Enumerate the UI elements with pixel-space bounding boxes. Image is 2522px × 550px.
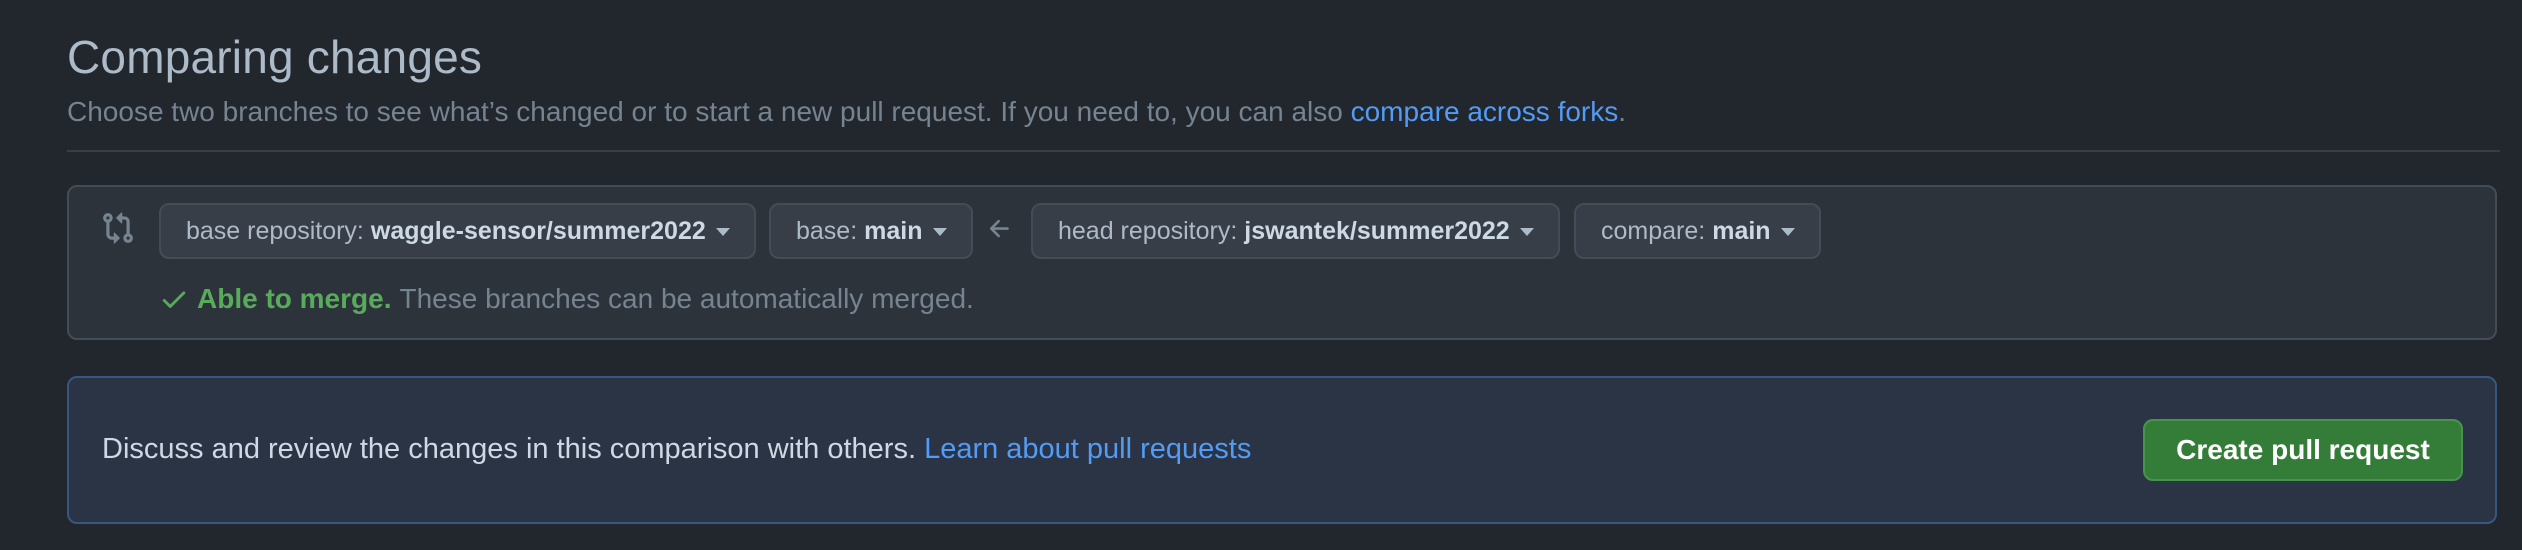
head-repository-value: jswantek/summer2022 xyxy=(1244,216,1510,245)
learn-about-pull-requests-link[interactable]: Learn about pull requests xyxy=(924,433,1251,465)
triangle-down-icon xyxy=(1519,228,1534,236)
page-title: Comparing changes xyxy=(67,31,483,83)
discuss-message: Discuss and review the changes in this c… xyxy=(102,433,925,465)
compare-branch-label: compare: xyxy=(1601,216,1706,245)
head-repository-select[interactable]: head repository: jswantek/summer2022 xyxy=(1031,203,1560,259)
create-pull-request-button[interactable]: Create pull request xyxy=(2143,419,2463,481)
merge-status-label: Able to merge. xyxy=(197,283,392,314)
base-repository-value: waggle-sensor/summer2022 xyxy=(370,216,706,245)
git-compare-icon xyxy=(103,212,133,244)
check-icon xyxy=(162,291,186,308)
triangle-down-icon xyxy=(1780,228,1795,236)
triangle-down-icon xyxy=(715,228,730,236)
base-branch-value: main xyxy=(864,216,923,245)
base-repository-label: base repository: xyxy=(186,216,364,245)
compare-across-forks-link[interactable]: compare across forks xyxy=(1351,96,1619,127)
base-branch-label: base: xyxy=(796,216,858,245)
page-subtitle: Choose two branches to see what’s change… xyxy=(67,96,1626,128)
arrow-left-icon xyxy=(989,219,1009,238)
merge-status: Able to merge. These branches can be aut… xyxy=(159,283,974,315)
base-repository-select[interactable]: base repository: waggle-sensor/summer202… xyxy=(159,203,756,259)
discuss-text: Discuss and review the changes in this c… xyxy=(102,433,1251,466)
base-branch-select[interactable]: base: main xyxy=(769,203,973,259)
compare-branch-select[interactable]: compare: main xyxy=(1574,203,1821,259)
compare-branch-value: main xyxy=(1712,216,1771,245)
head-repository-label: head repository: xyxy=(1058,216,1238,245)
header-divider xyxy=(67,150,2500,152)
compare-page: Comparing changes Choose two branches to… xyxy=(0,0,2522,550)
merge-status-message: These branches can be automatically merg… xyxy=(399,283,974,314)
discuss-banner: Discuss and review the changes in this c… xyxy=(67,376,2497,524)
triangle-down-icon xyxy=(932,228,947,236)
subtitle-text: Choose two branches to see what’s change… xyxy=(67,96,1351,127)
subtitle-period: . xyxy=(1618,96,1627,127)
range-editor: base repository: waggle-sensor/summer202… xyxy=(67,185,2497,340)
